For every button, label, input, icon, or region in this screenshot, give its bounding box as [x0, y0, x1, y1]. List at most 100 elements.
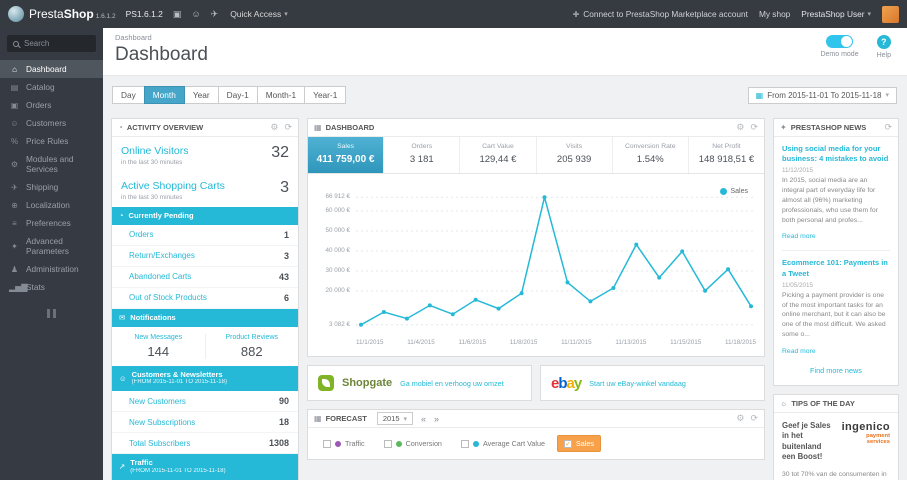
marketplace-icon: ✚	[572, 9, 580, 19]
brand[interactable]: Presta Shop 1.6.1.2	[29, 7, 116, 21]
news-article: Using social media for your business: 4 …	[782, 144, 890, 243]
chart-legend: Sales	[720, 188, 748, 195]
forecast-next-button[interactable]: »	[434, 414, 439, 424]
sidebar-item-label: Administration	[26, 264, 79, 274]
range-year-button[interactable]: Year	[183, 86, 219, 104]
tip-body: 30 tot 70% van de consumenten in Europa …	[782, 471, 887, 478]
sidebar-item-advanced-parameters[interactable]: ✦ Advanced Parameters	[0, 232, 103, 260]
kpi-orders[interactable]: Orders 3 181	[384, 137, 461, 173]
sidebar-item-customers[interactable]: ☺ Customers	[0, 114, 103, 132]
find-more-news-link[interactable]: Find more news	[782, 358, 890, 378]
quick-access-menu[interactable]: Quick Access ▾	[230, 9, 288, 19]
kpi-visits[interactable]: Visits 205 939	[537, 137, 613, 173]
topbar-right: ✚ Connect to PrestaShop Marketplace acco…	[573, 5, 899, 23]
shopgate-promo[interactable]: Shopgate Ga mobiel en verhoog uw omzet	[307, 365, 532, 401]
refresh-icon[interactable]: ⟳	[884, 122, 892, 133]
kpi-net-profit[interactable]: Net Profit 148 918,51 €	[689, 137, 764, 173]
user-menu[interactable]: PrestaShop User ▾	[801, 9, 871, 19]
legend-conversion[interactable]: Conversion	[377, 435, 449, 452]
demo-mode-toggle[interactable]	[826, 35, 854, 48]
online-visitors-link[interactable]: Online Visitors	[121, 145, 189, 157]
panel-title: FORECAST	[325, 414, 367, 423]
gear-icon[interactable]: ⚙	[270, 122, 278, 133]
sidebar-item-price-rules[interactable]: % Price Rules	[0, 132, 103, 150]
news-article-link[interactable]: Ecommerce 101: Payments in a Tweet	[782, 258, 890, 278]
range-day-button[interactable]: Day	[112, 86, 145, 104]
customers-icon[interactable]: ☺	[191, 9, 200, 19]
sidebar-item-dashboard[interactable]: ⌂ Dashboard	[0, 60, 103, 78]
section-title-text: Traffic	[130, 458, 153, 468]
help-icon[interactable]: ?	[876, 35, 891, 49]
sidebar-item-orders[interactable]: ▣ Orders	[0, 96, 103, 114]
x-axis-tick: 11/15/2015	[670, 339, 702, 346]
y-axis-tick: 3 082 €	[328, 320, 350, 328]
bell-icon: ✉	[119, 313, 126, 323]
cart-icon[interactable]: ▣	[173, 9, 182, 20]
product-reviews-cell[interactable]: Product Reviews 882	[204, 333, 299, 359]
my-shop-link[interactable]: My shop	[759, 9, 790, 19]
forecast-prev-button[interactable]: «	[421, 414, 426, 424]
kpi-cart-value[interactable]: Cart Value 129,44 €	[460, 137, 537, 173]
user-avatar[interactable]	[882, 5, 899, 23]
active-carts-link[interactable]: Active Shopping Carts	[121, 180, 225, 192]
kpi-value: 148 918,51 €	[698, 154, 755, 165]
out-of-stock-link[interactable]: Out of Stock Products	[129, 293, 207, 302]
demo-mode-label: Demo mode	[820, 51, 859, 58]
new-subscriptions-link[interactable]: New Subscriptions	[129, 418, 195, 427]
read-more-link[interactable]: Read more	[782, 348, 816, 355]
x-axis-tick: 11/13/2015	[615, 339, 647, 346]
sidebar-item-administration[interactable]: ♟ Administration	[0, 260, 103, 278]
sidebar-item-stats[interactable]: ▂▅▇ Stats	[0, 278, 103, 296]
forecast-panel: ▦ FORECAST 2015 ▾ « » ⚙ ⟳ Traffic Conver…	[307, 409, 765, 460]
sidebar-item-catalog[interactable]: ▤ Catalog	[0, 78, 103, 96]
legend-label: Average Cart Value	[482, 439, 545, 448]
ebay-promo[interactable]: ebay Start uw eBay-winkel vandaag	[540, 365, 765, 401]
shopgate-link[interactable]: Ga mobiel en verhoog uw omzet	[400, 379, 503, 388]
abandoned-carts-link[interactable]: Abandoned Carts	[129, 272, 191, 281]
y-axis-tick: 50 000 €	[325, 227, 350, 234]
read-more-link[interactable]: Read more	[782, 233, 816, 240]
pending-orders-link[interactable]: Orders	[129, 230, 153, 239]
kpi-conversion-rate[interactable]: Conversion Rate 1.54%	[613, 137, 689, 173]
panel-actions: ⟳	[884, 122, 892, 133]
gear-icon[interactable]: ⚙	[736, 413, 744, 424]
search-input[interactable]	[24, 39, 86, 48]
new-messages-cell[interactable]: New Messages 144	[112, 334, 205, 359]
prestashop-logo-icon[interactable]	[8, 6, 24, 22]
sidebar-item-label: Localization	[26, 200, 70, 210]
new-customers-row: New Customers 90	[112, 391, 298, 413]
dashboard-toolbar: Day Month Year Day-1 Month-1 Year-1 ▦ Fr…	[112, 86, 897, 104]
sidebar-item-preferences[interactable]: ≡ Preferences	[0, 214, 103, 232]
sidebar-item-label: Orders	[26, 100, 52, 110]
legend-sales[interactable]: ✓ Sales	[557, 435, 601, 452]
total-subscribers-link[interactable]: Total Subscribers	[129, 439, 190, 448]
range-year-1-button[interactable]: Year-1	[304, 86, 347, 104]
updates-icon[interactable]: ✈	[211, 9, 219, 20]
year-select[interactable]: 2015 ▾	[376, 412, 414, 425]
sidebar-item-shipping[interactable]: ✈ Shipping	[0, 178, 103, 196]
legend-traffic[interactable]: Traffic	[316, 435, 372, 452]
kpi-sales[interactable]: Sales 411 759,00 €	[308, 137, 385, 173]
sidebar-item-modules[interactable]: ⚙ Modules and Services	[0, 150, 103, 178]
refresh-icon[interactable]: ⟳	[750, 122, 758, 133]
sidebar-item-localization[interactable]: ⊕ Localization	[0, 196, 103, 214]
shop-name-link[interactable]: PS1.6.1.2	[126, 9, 163, 19]
refresh-icon[interactable]: ⟳	[750, 413, 758, 424]
return-exchanges-link[interactable]: Return/Exchanges	[129, 251, 195, 260]
date-range-picker[interactable]: ▦ From 2015-11-01 To 2015-11-18 ▾	[747, 86, 897, 104]
collapse-menu-button[interactable]	[44, 309, 60, 318]
total-subscribers-row: Total Subscribers 1308	[112, 433, 298, 455]
range-day-1-button[interactable]: Day-1	[217, 86, 258, 104]
new-customers-link[interactable]: New Customers	[129, 397, 186, 406]
refresh-icon[interactable]: ⟳	[284, 122, 292, 133]
gear-icon[interactable]: ⚙	[736, 122, 744, 133]
ebay-link[interactable]: Start uw eBay-winkel vandaag	[589, 379, 686, 388]
advanced-parameters-icon: ✦	[11, 241, 18, 251]
marketplace-link[interactable]: ✚ Connect to PrestaShop Marketplace acco…	[573, 9, 748, 19]
kpi-label: Cart Value	[482, 143, 514, 150]
toggle-knob	[841, 36, 853, 47]
legend-average-cart-value[interactable]: Average Cart Value	[454, 435, 552, 452]
range-month-1-button[interactable]: Month-1	[256, 86, 306, 104]
news-article-link[interactable]: Using social media for your business: 4 …	[782, 144, 890, 164]
range-month-button[interactable]: Month	[143, 86, 185, 104]
